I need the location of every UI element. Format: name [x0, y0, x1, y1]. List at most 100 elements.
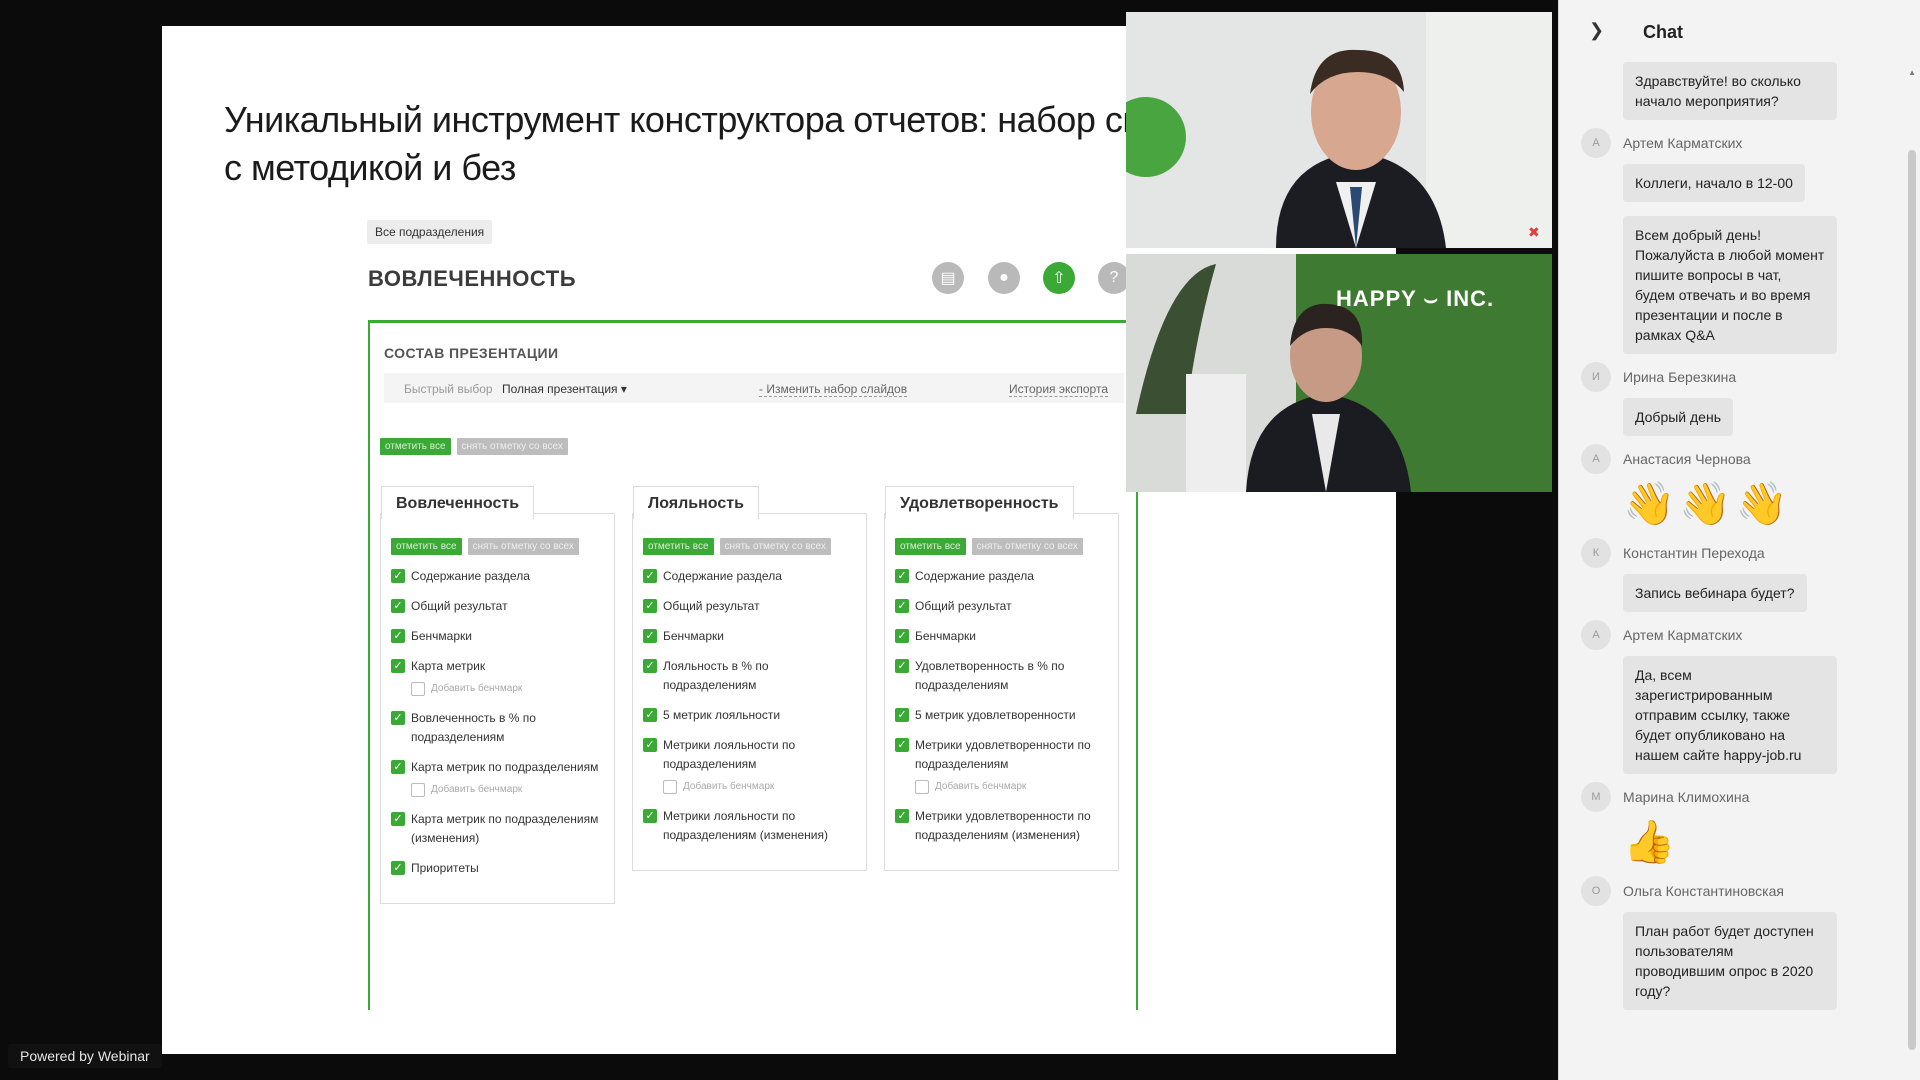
speaker-video-1[interactable]: ✖: [1126, 12, 1552, 248]
message-bubble: Здравствуйте! во сколько начало мероприя…: [1623, 62, 1837, 120]
chat-header: ❯ Chat: [1559, 0, 1920, 58]
check-icon: ✓: [391, 861, 405, 875]
happy-inc-logo: HAPPY ⌣ INC.: [1336, 286, 1495, 311]
thumbs-up-emoji: 👍: [1623, 818, 1680, 865]
select-all-button: отметить все: [643, 538, 714, 555]
document-icon: ▤: [932, 262, 964, 294]
item-label: Приоритеты: [411, 861, 479, 875]
column-loyalty: Лояльность отметить все снять отметку со …: [632, 486, 867, 871]
column-engagement: Вовлеченность отметить все снять отметку …: [380, 486, 615, 904]
checkbox-item: ✓ Приоритеты: [391, 859, 604, 878]
column-title: Удовлетворенность: [885, 486, 1074, 519]
speaker-1-image: [1126, 12, 1552, 248]
checkbox-item: ✓ Метрики лояльности по подразделениям: [643, 736, 856, 774]
check-icon: ✓: [391, 760, 405, 774]
check-icon: ✓: [391, 711, 405, 725]
item-label: Метрики лояльности по подразделениям: [663, 738, 796, 771]
change-slide-set-link: - Изменить набор слайдов: [759, 382, 908, 397]
empty-checkbox-icon: [915, 780, 929, 794]
checkbox-item: ✓ Карта метрик: [391, 657, 604, 676]
author-name: Ирина Березкина: [1623, 369, 1737, 385]
checkbox-item: ✓ Вовлеченность в % по подразделениям: [391, 709, 604, 747]
upload-icon: ⇧: [1043, 262, 1075, 294]
presentation-composition-panel: СОСТАВ ПРЕЗЕНТАЦИИ Быстрый выбор Полная …: [368, 320, 1138, 1010]
item-label: Карта метрик: [411, 659, 486, 673]
chat-message: Здравствуйте! во сколько начало мероприя…: [1559, 58, 1903, 120]
checkbox-item: ✓ Удовлетворенность в % по подразделениям: [895, 657, 1108, 695]
unselect-all-button: снять отметку со всех: [456, 438, 568, 455]
empty-checkbox-icon: [411, 783, 425, 797]
select-all-button: отметить все: [380, 438, 451, 455]
waving-hands-emoji: 👋👋👋: [1623, 480, 1792, 527]
check-icon: ✓: [895, 629, 909, 643]
stage: Уникальный инструмент конструктора отчет…: [0, 0, 1558, 1080]
avatar: А: [1581, 128, 1611, 158]
check-icon: ✓: [895, 659, 909, 673]
checkbox-item: ✓ Общий результат: [391, 597, 604, 616]
check-icon: ✓: [391, 599, 405, 613]
message-author: М Марина Климохина: [1559, 782, 1903, 812]
message-bubble: Запись вебинара будет?: [1623, 574, 1807, 612]
chevron-right-icon[interactable]: ❯: [1589, 20, 1604, 41]
chat-scrollbar[interactable]: [1908, 150, 1916, 1050]
avatar: К: [1581, 538, 1611, 568]
avatar: А: [1581, 444, 1611, 474]
checkbox-item: ✓ Общий результат: [895, 597, 1108, 616]
item-label: Карта метрик по подразделениям (изменени…: [411, 812, 599, 845]
column-title: Вовлеченность: [381, 486, 535, 519]
checkbox-item: ✓ Содержание раздела: [895, 567, 1108, 586]
check-icon: ✓: [391, 569, 405, 583]
checkbox-item: ✓ Бенчмарки: [391, 627, 604, 646]
unselect-all-button: снять отметку со всех: [971, 538, 1083, 555]
check-icon: ✓: [895, 569, 909, 583]
checkbox-item: ✓ Содержание раздела: [391, 567, 604, 586]
check-icon: ✓: [895, 809, 909, 823]
check-icon: ✓: [643, 629, 657, 643]
quick-select-dropdown: Полная презентация ▾: [502, 382, 627, 396]
add-benchmark-item: Добавить бенчмарк: [895, 779, 1108, 795]
checkbox-item: ✓ Лояльность в % по подразделениям: [643, 657, 856, 695]
speaker-video-2[interactable]: HAPPY ⌣ INC.: [1126, 254, 1552, 492]
author-name: Анастасия Чернова: [1623, 451, 1751, 467]
item-label: Метрики лояльности по подразделениям (из…: [663, 809, 828, 842]
chat-message-list[interactable]: Здравствуйте! во сколько начало мероприя…: [1559, 58, 1903, 1080]
export-history-link: История экспорта: [1009, 382, 1108, 397]
add-benchmark-label: Добавить бенчмарк: [935, 781, 1027, 792]
checkbox-item: ✓ Общий результат: [643, 597, 856, 616]
checkbox-item: ✓ Бенчмарки: [643, 627, 856, 646]
item-label: Вовлеченность в % по подразделениям: [411, 711, 536, 744]
scroll-up-icon[interactable]: ▲: [1908, 68, 1916, 77]
message-author: А Анастасия Чернова: [1559, 444, 1903, 474]
panel-caption: СОСТАВ ПРЕЗЕНТАЦИИ: [384, 345, 559, 361]
item-label: Общий результат: [915, 599, 1012, 613]
item-label: Лояльность в % по подразделениям: [663, 659, 769, 692]
checkbox-item: ✓ Карта метрик по подразделениям (изменен…: [391, 810, 604, 848]
quick-select-label: Быстрый выбор: [404, 382, 493, 396]
select-all-button: отметить все: [895, 538, 966, 555]
powered-by-label: Powered by Webinar: [8, 1044, 162, 1068]
item-label: Содержание раздела: [915, 569, 1034, 583]
check-icon: ✓: [643, 708, 657, 722]
message-bubble: Да, всем зарегистрированным отправим ссы…: [1623, 656, 1837, 774]
add-benchmark-item: Добавить бенчмарк: [391, 681, 604, 697]
checkbox-item: ✓ Карта метрик по подразделениям: [391, 758, 604, 777]
author-name: Марина Климохина: [1623, 789, 1750, 805]
add-benchmark-label: Добавить бенчмарк: [431, 784, 523, 795]
item-label: Содержание раздела: [411, 569, 530, 583]
checkbox-item: ✓ 5 метрик лояльности: [643, 706, 856, 725]
chat-message: Всем добрый день! Пожалуйста в любой мом…: [1559, 208, 1903, 354]
check-icon: ✓: [895, 738, 909, 752]
empty-checkbox-icon: [411, 682, 425, 696]
message-author: О Ольга Константиновская: [1559, 876, 1903, 906]
chat-message: Добрый день: [1559, 390, 1903, 436]
column-satisfaction: Удовлетворенность отметить все снять отме…: [884, 486, 1119, 871]
item-label: Удовлетворенность в % по подразделениям: [915, 659, 1065, 692]
message-author: А Артем Карматских: [1559, 128, 1903, 158]
item-label: 5 метрик лояльности: [663, 708, 781, 722]
checkbox-item: ✓ Бенчмарки: [895, 627, 1108, 646]
check-icon: ✓: [643, 659, 657, 673]
item-label: Бенчмарки: [411, 629, 472, 643]
check-icon: ✓: [643, 809, 657, 823]
item-label: Бенчмарки: [915, 629, 976, 643]
chat-message: План работ будет доступен пользователям …: [1559, 904, 1903, 1010]
